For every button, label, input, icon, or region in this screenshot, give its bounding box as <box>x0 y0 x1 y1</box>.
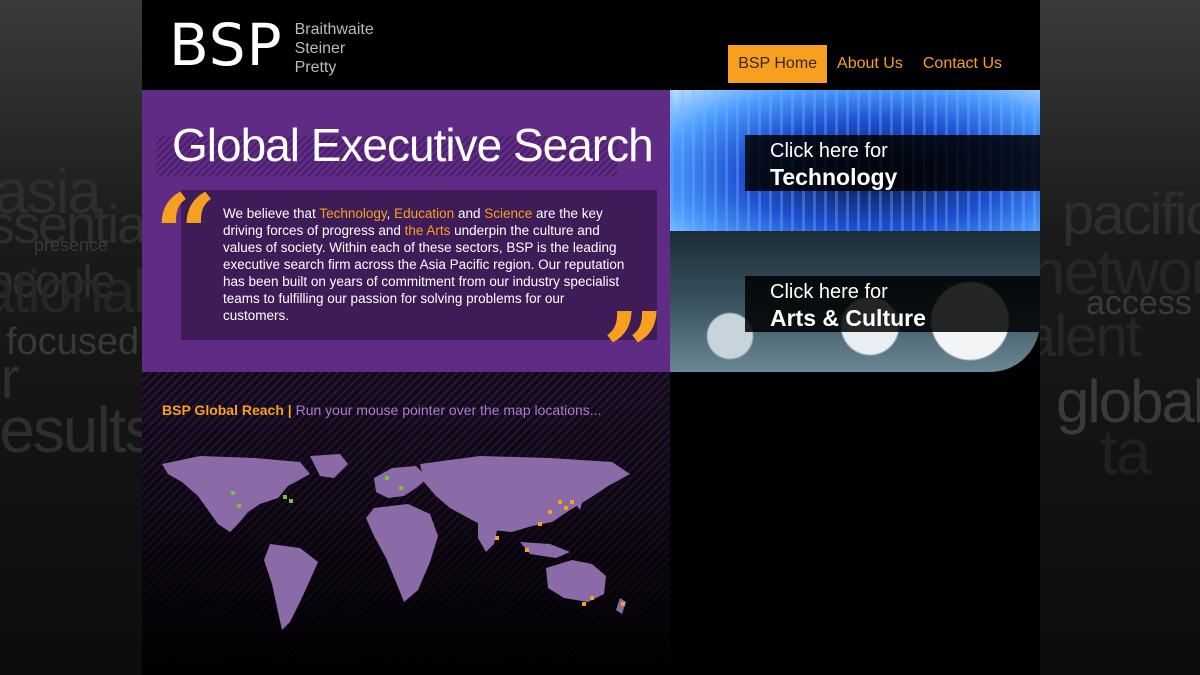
technology-tile[interactable]: Click here for Technology <box>670 90 1040 231</box>
education-link[interactable]: Education <box>394 206 454 221</box>
map-location-marker <box>385 476 389 480</box>
hero-title: Global Executive Search <box>172 119 654 171</box>
science-link[interactable]: Science <box>484 206 532 221</box>
map-location-marker <box>538 522 542 526</box>
quote-box: We believe that Technology, Education an… <box>181 190 657 340</box>
map-location-marker <box>621 602 625 606</box>
nav-home-link[interactable]: BSP Home <box>728 45 828 83</box>
map-north-america <box>162 456 310 532</box>
tile-label-line1: Click here for <box>770 281 888 303</box>
text-part: and <box>454 206 485 221</box>
global-reach-section: BSP Global Reach | Run your mouse pointe… <box>142 372 670 675</box>
map-australia <box>546 560 606 602</box>
arts-culture-tile[interactable]: Click here for Arts & Culture <box>670 231 1040 372</box>
map-location-marker <box>570 500 574 504</box>
logo-words: Braithwaite Steiner Pretty <box>295 20 374 77</box>
logo-word: Pretty <box>294 59 337 76</box>
page-container: BSP Braithwaite Steiner Pretty BSP Home … <box>142 0 1040 675</box>
logo-mark: BSP <box>169 11 283 79</box>
logo-word: Steiner <box>294 40 346 57</box>
arts-link[interactable]: the Arts <box>405 223 451 238</box>
map-heading: BSP Global Reach | Run your mouse pointe… <box>162 402 601 418</box>
map-location-marker <box>289 499 293 503</box>
map-africa <box>366 504 438 602</box>
tile-label-line2: Arts & Culture <box>770 305 926 331</box>
map-location-marker <box>582 602 586 606</box>
world-map[interactable] <box>160 452 640 637</box>
map-location-marker <box>399 486 403 490</box>
site-logo[interactable]: BSP Braithwaite Steiner Pretty <box>169 14 374 77</box>
left-background-panel: asia essential presence people national … <box>0 0 142 675</box>
nav-about-link[interactable]: About Us <box>827 45 913 83</box>
map-location-marker <box>283 495 287 499</box>
intro-text: We believe that Technology, Education an… <box>223 205 633 324</box>
map-location-marker <box>558 500 562 504</box>
technology-link[interactable]: Technology <box>319 206 386 221</box>
map-location-marker <box>495 536 499 540</box>
map-location-marker <box>231 491 235 495</box>
main-nav: BSP Home About Us Contact Us <box>728 45 1012 83</box>
tile-label-line2: Technology <box>770 164 898 190</box>
bg-word: results <box>0 394 142 466</box>
map-europe <box>374 466 428 498</box>
text-part: We believe that <box>223 206 320 221</box>
tile-label-line1: Click here for <box>770 140 888 162</box>
text-part: underpin the culture and values of socie… <box>223 223 625 323</box>
bg-word: ta <box>1100 416 1151 488</box>
map-separator: | <box>287 402 292 418</box>
hero-panel: Global Executive Search We believe that … <box>142 90 670 408</box>
right-background-panel: pacific network access talent global ta <box>1040 0 1200 675</box>
map-title: BSP Global Reach <box>162 402 284 418</box>
bg-word: presence <box>34 235 109 255</box>
arts-tile-label: Click here for Arts & Culture <box>745 276 1040 332</box>
map-asia <box>420 456 630 532</box>
map-location-marker <box>564 506 568 510</box>
map-subtitle: Run your mouse pointer over the map loca… <box>295 402 602 418</box>
bg-word: talent <box>1040 304 1142 369</box>
bg-word: national <box>0 258 142 325</box>
logo-word: Braithwaite <box>294 21 374 38</box>
map-greenland <box>310 454 348 478</box>
map-location-marker <box>237 504 241 508</box>
nav-contact-link[interactable]: Contact Us <box>913 45 1012 83</box>
technology-tile-label: Click here for Technology <box>745 135 1040 191</box>
map-location-marker <box>548 510 552 514</box>
text-part: , <box>386 206 395 221</box>
bg-word: focused <box>6 321 140 363</box>
map-location-marker <box>525 548 529 552</box>
map-south-america <box>264 544 318 630</box>
map-location-marker <box>590 596 594 600</box>
open-quote-icon: “ <box>154 170 218 299</box>
